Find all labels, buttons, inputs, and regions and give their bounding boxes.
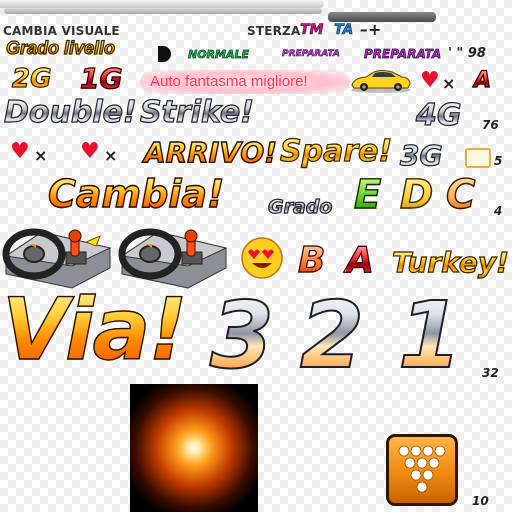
spare-label: Spare! [279,133,393,169]
preparata-label-2: PREPARATA [364,47,442,62]
grado-label: Grado [267,195,333,218]
sports-car-icon [350,66,412,94]
countdown-3: 3 [209,281,275,390]
heart-icon-2: ♥ [10,139,30,164]
ta-label: TA [334,22,354,39]
normale-label: NORMALE [188,48,250,62]
hud-bar-gray [0,0,324,8]
auto-fantasma-label: Auto fantasma migliore! [150,73,308,90]
grado-livello-label: Grado livello [5,37,116,58]
gear-1g: 1G [79,61,123,95]
grade-e: E [353,171,382,218]
times-icon-2: × [34,146,48,165]
number-76: 76 [482,118,499,132]
via-label: Via! [1,279,188,380]
time-marks: ' " 98 [448,46,486,61]
grade-a: A [345,239,374,281]
starburst-flash-icon [130,384,258,512]
heart-icon-3: ♥ [80,139,100,164]
number-5: 5 [494,154,503,168]
empty-box-icon [465,148,491,168]
times-icon-1: × [442,74,456,93]
gear-4g: 4G [415,97,462,133]
grade-c: C [445,171,476,218]
grade-b: B [297,239,326,281]
cambia-label: Cambia! [47,171,225,216]
countdown-1: 1 [397,281,463,390]
grade-d: D [399,171,434,218]
bowling-pins-tile-icon [386,434,458,506]
gear-2g: 2G [11,63,52,94]
heart-icon-1: ♥ [420,68,440,93]
arrivo-label: ARRIVO! [143,135,277,169]
a-letter-top: A [473,67,492,93]
number-10: 10 [472,494,489,508]
number-4: 4 [494,204,503,218]
hud-bar-gray-2 [4,8,322,14]
hud-bar-dark [328,12,436,22]
sterza-label: STERZA [247,24,301,38]
tm-label: TM [300,22,324,39]
preparata-label-1: PREPARATA [282,49,340,60]
cambia-visuale-label: CAMBIA VISUALE [3,24,120,38]
times-icon-3: × [104,146,118,165]
turkey-label: Turkey! [391,245,509,279]
number-32: 32 [482,366,499,380]
strike-label: Strike! [139,94,254,130]
heart-eyes-emoji-icon [240,236,284,280]
gear-3g: 3G [399,138,443,172]
pacman-icon [158,46,171,62]
countdown-2: 2 [299,281,365,390]
double-label: Double! [3,94,137,130]
minus-plus-label: –+ [360,20,382,39]
